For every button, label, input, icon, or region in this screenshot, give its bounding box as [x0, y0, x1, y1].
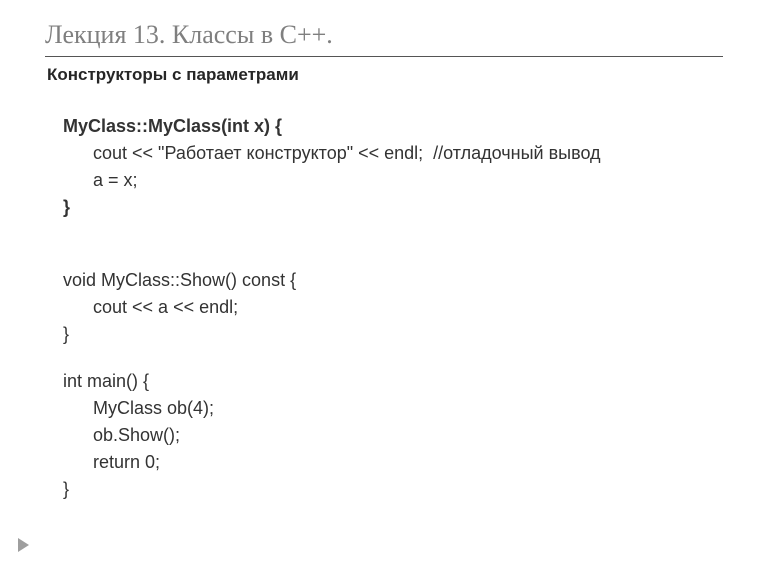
spacer [63, 348, 723, 368]
code-line: } [63, 321, 723, 348]
code-line: } [63, 194, 723, 221]
page-subtitle: Конструкторы с параметрами [47, 65, 723, 85]
code-line: MyClass ob(4); [63, 395, 723, 422]
spacer [63, 221, 723, 247]
slide-marker-icon [18, 538, 29, 552]
code-line: cout << "Работает конструктор" << endl; … [63, 140, 723, 167]
code-line: void MyClass::Show() const { [63, 267, 723, 294]
code-line: MyClass::MyClass(int x) { [63, 113, 723, 140]
page-title: Лекция 13. Классы в С++. [45, 20, 723, 57]
slide-content: Лекция 13. Классы в С++. Конструкторы с … [0, 0, 768, 523]
code-line: } [63, 476, 723, 503]
code-line: return 0; [63, 449, 723, 476]
code-line: a = x; [63, 167, 723, 194]
code-line: cout << a << endl; [63, 294, 723, 321]
spacer [63, 247, 723, 267]
code-line: int main() { [63, 368, 723, 395]
code-line: ob.Show(); [63, 422, 723, 449]
code-block: MyClass::MyClass(int x) { cout << "Работ… [63, 113, 723, 503]
